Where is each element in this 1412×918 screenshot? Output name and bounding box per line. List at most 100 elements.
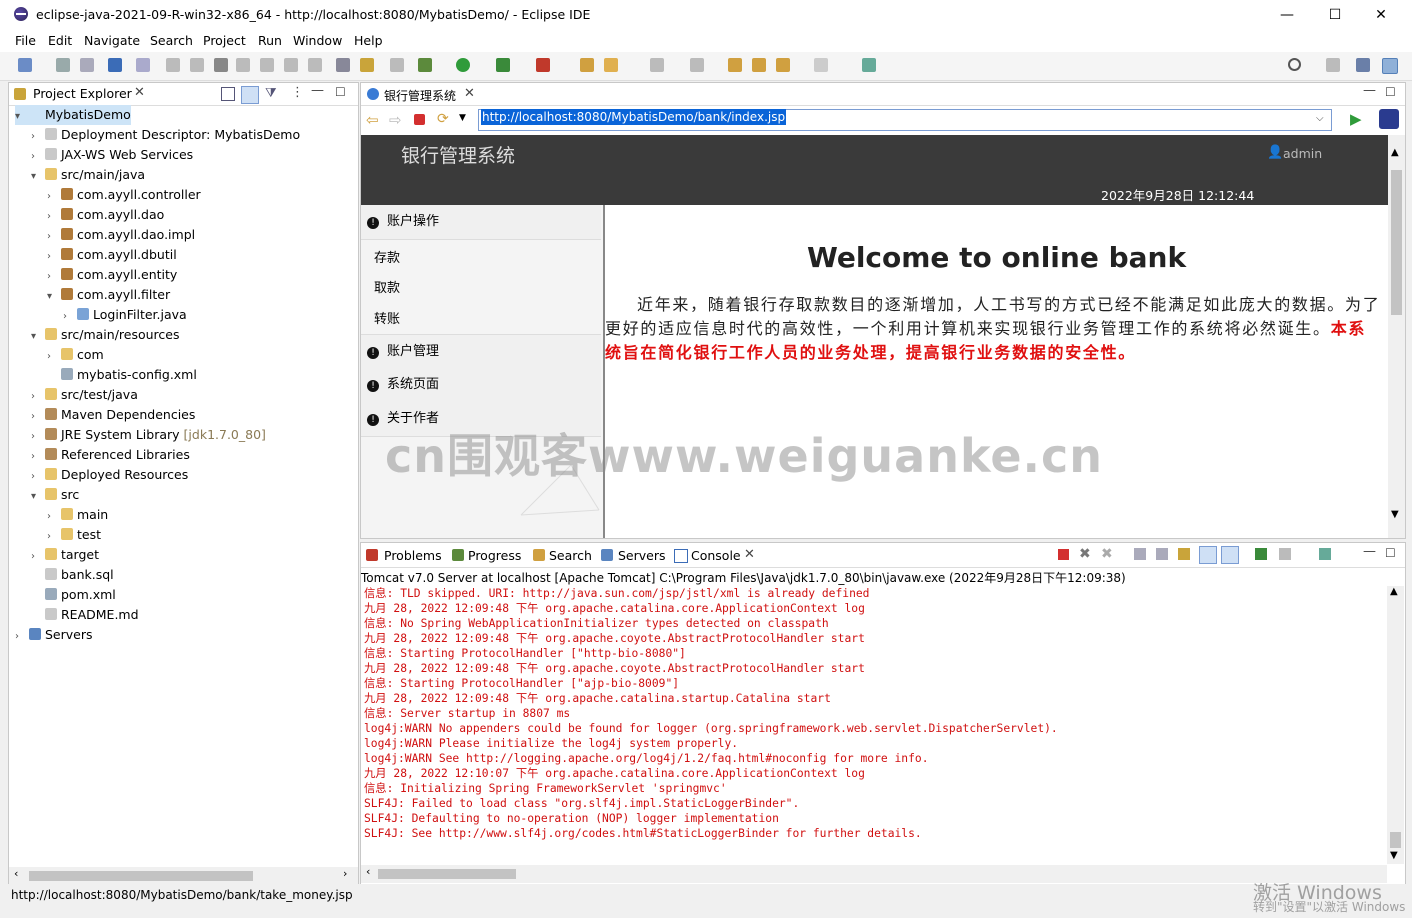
minimize-view-icon[interactable]: — [311, 83, 324, 98]
sidebar-account-ops[interactable]: ! 账户操作 [361, 205, 601, 240]
sidebar-account-mgmt[interactable]: ! 账户管理 [361, 334, 601, 370]
terminal-icon[interactable] [108, 58, 122, 72]
remove-all-icon[interactable]: ✖ [1101, 546, 1113, 562]
coverage-run-icon[interactable] [496, 58, 510, 72]
pin-console-icon[interactable] [1255, 548, 1267, 560]
chevron-right-icon[interactable]: › [47, 527, 59, 547]
tree-item[interactable]: bank.sql [31, 565, 114, 585]
chevron-down-icon[interactable]: ▾ [47, 287, 59, 307]
chevron-down-icon[interactable]: ▾ [15, 107, 27, 127]
chevron-right-icon[interactable]: › [47, 267, 59, 287]
java-ee-perspective-icon[interactable] [1356, 58, 1370, 72]
clear-console-icon[interactable] [1134, 548, 1146, 560]
search-icon[interactable] [1288, 58, 1301, 71]
new-icon[interactable] [18, 58, 32, 72]
maximize-console-icon[interactable]: ☐ [1385, 546, 1396, 560]
chevron-right-icon[interactable]: › [47, 347, 59, 367]
tree-item[interactable]: › com.ayyll.dao.impl [47, 225, 195, 245]
back-icon[interactable]: ⇦ [366, 111, 379, 129]
tree-item[interactable]: › LoginFilter.java [63, 305, 187, 325]
go-icon[interactable]: ▶ [1350, 110, 1362, 128]
chevron-right-icon[interactable]: › [47, 187, 59, 207]
terminate-icon[interactable] [1058, 549, 1069, 560]
maximize-button[interactable]: ☐ [1312, 0, 1358, 30]
chevron-right-icon[interactable]: › [31, 447, 43, 467]
menu-file[interactable]: File [15, 33, 36, 48]
link-editor-icon[interactable] [241, 86, 259, 104]
sidebar-deposit[interactable]: 存款 [374, 247, 400, 266]
tree-item[interactable]: › Deployed Resources [31, 465, 188, 485]
tree-item[interactable]: pom.xml [31, 585, 116, 605]
open-console-icon[interactable] [1319, 548, 1331, 560]
tree-item[interactable]: README.md [31, 605, 139, 625]
url-input[interactable]: http://localhost:8080/MybatisDemo/bank/i… [478, 109, 1332, 131]
page-scroll-thumb[interactable] [1391, 170, 1402, 315]
tree-item[interactable]: › test [47, 525, 101, 545]
tree-item[interactable]: › com.ayyll.dao [47, 205, 164, 225]
open-perspective-icon[interactable] [1326, 58, 1340, 72]
console-vertical-scrollbar[interactable]: ▲ ▼ [1387, 586, 1404, 864]
close-browser-tab-icon[interactable]: ✕ [464, 86, 475, 101]
coverage-icon[interactable] [336, 58, 350, 72]
show-stdout-icon[interactable] [1199, 546, 1217, 564]
sidebar-withdraw[interactable]: 取款 [374, 277, 400, 296]
run-icon[interactable] [456, 58, 470, 72]
refresh-icon[interactable]: ⟳ [437, 111, 449, 127]
filter-icon[interactable]: ⧩ [265, 86, 277, 101]
browser-tab[interactable]: 银行管理系统 [384, 87, 456, 104]
tree-item[interactable]: ▾ src/main/resources [31, 325, 179, 345]
page-vertical-scrollbar[interactable]: ▲ ▼ [1388, 135, 1405, 538]
close-tab-icon[interactable]: ✕ [134, 85, 145, 100]
console-hscroll-thumb[interactable] [378, 869, 516, 879]
menu-search[interactable]: Search [150, 33, 193, 48]
annotation-prev-icon[interactable] [690, 58, 704, 72]
scroll-right-icon[interactable]: › [343, 867, 347, 880]
tree-item[interactable]: › com [47, 345, 104, 365]
tab-progress[interactable]: Progress [468, 548, 521, 563]
save-all-icon[interactable] [80, 58, 94, 72]
open-type-icon[interactable] [580, 58, 594, 72]
scroll-up-icon[interactable]: ▲ [1391, 147, 1399, 158]
sidebar-transfer[interactable]: 转账 [374, 308, 400, 327]
refresh-dropdown-icon[interactable]: ▼ [459, 113, 466, 123]
scroll-left-icon[interactable]: ‹ [14, 867, 18, 880]
chevron-right-icon[interactable]: › [47, 507, 59, 527]
tab-servers[interactable]: Servers [618, 548, 666, 563]
minimize-button[interactable]: — [1264, 0, 1310, 30]
suspend-icon[interactable] [190, 58, 204, 72]
minimize-browser-icon[interactable]: — [1363, 83, 1376, 98]
chevron-right-icon[interactable]: › [31, 407, 43, 427]
last-edit-icon[interactable] [728, 58, 742, 72]
view-menu-icon[interactable]: ⋮ [291, 85, 304, 100]
pin-editor-icon[interactable] [862, 58, 876, 72]
console-scroll-left-icon[interactable]: ‹ [366, 865, 370, 878]
console-scroll-thumb[interactable] [1390, 832, 1401, 848]
maximize-browser-icon[interactable]: ☐ [1385, 85, 1396, 99]
terminate-icon[interactable] [214, 58, 228, 72]
forward-icon[interactable]: ⇨ [389, 111, 402, 129]
tree-item[interactable]: › target [31, 545, 99, 565]
show-stderr-icon[interactable] [1221, 546, 1239, 564]
forward-icon[interactable] [814, 58, 828, 72]
chevron-right-icon[interactable]: › [47, 247, 59, 267]
tree-item[interactable]: › JRE System Library [jdk1.7.0_80] [31, 425, 266, 445]
tree-item[interactable]: › Deployment Descriptor: MybatisDemo [31, 125, 300, 145]
step-into-icon[interactable] [260, 58, 274, 72]
menu-navigate[interactable]: Navigate [84, 33, 140, 48]
debug-perspective-icon[interactable] [1382, 58, 1398, 74]
disconnect-icon[interactable] [236, 58, 250, 72]
build-icon[interactable] [390, 58, 404, 72]
tree-item[interactable]: › main [47, 505, 108, 525]
url-dropdown-icon[interactable]: ⌵ [1316, 113, 1324, 124]
close-console-tab-icon[interactable]: ✕ [744, 547, 755, 562]
tree-item[interactable]: › JAX-WS Web Services [31, 145, 193, 165]
console-scroll-up-icon[interactable]: ▲ [1390, 586, 1398, 597]
chevron-right-icon[interactable]: › [47, 207, 59, 227]
chevron-right-icon[interactable]: › [31, 127, 43, 147]
external-browser-icon[interactable] [1379, 109, 1399, 129]
console-scroll-down-icon[interactable]: ▼ [1390, 850, 1398, 861]
close-button[interactable]: ✕ [1358, 0, 1404, 30]
tree-item[interactable]: › src/test/java [31, 385, 138, 405]
step-over-icon[interactable] [284, 58, 298, 72]
save-icon[interactable] [56, 58, 70, 72]
